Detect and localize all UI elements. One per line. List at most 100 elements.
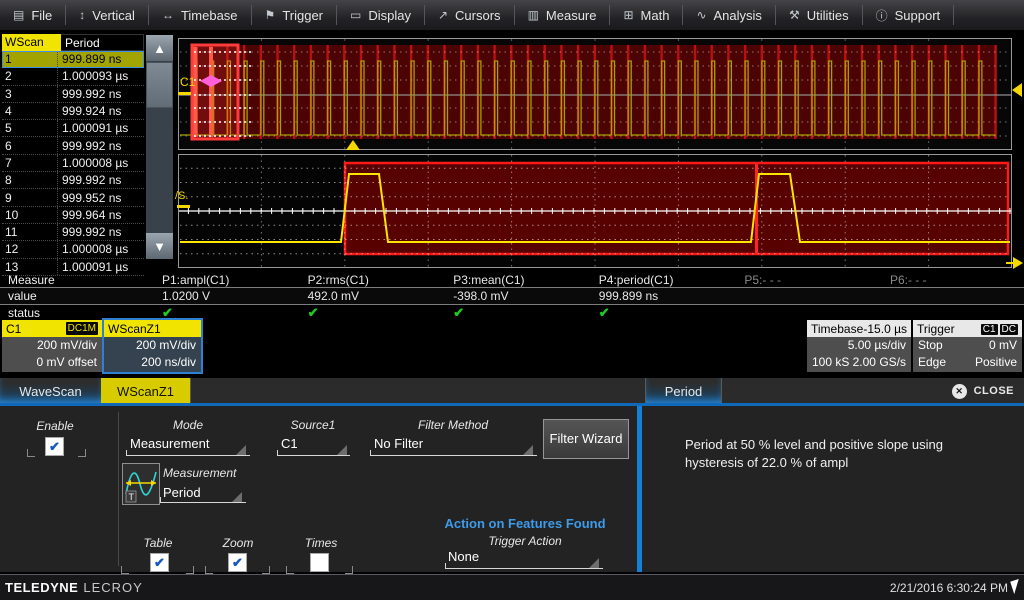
row-index: 7 bbox=[2, 155, 58, 171]
close-button[interactable]: ✕ CLOSE bbox=[952, 381, 1014, 401]
source1-dropdown[interactable]: C1 bbox=[281, 436, 298, 451]
wscanz1-waveform-grid[interactable] bbox=[178, 154, 1012, 268]
row-index: 6 bbox=[2, 137, 58, 153]
menu-item[interactable]: ⊞ Math bbox=[610, 5, 683, 25]
table-row[interactable]: 7 1.000008 µs bbox=[2, 155, 144, 172]
row-period-value: 1.000008 µs bbox=[58, 156, 144, 170]
measurement-icon-button[interactable]: T bbox=[122, 463, 160, 505]
dialog-tab-bar: WaveScan WScanZ1 Period ✕ CLOSE bbox=[0, 378, 1024, 404]
c1-waveform-grid[interactable] bbox=[178, 38, 1012, 150]
table-row[interactable]: 6 999.992 ns bbox=[2, 137, 144, 154]
enable-checkbox[interactable]: ✔ bbox=[45, 437, 64, 456]
menu-item[interactable]: ⚒ Utilities bbox=[776, 5, 863, 25]
trigger-time-marker[interactable] bbox=[346, 140, 360, 150]
menu-item-label: Analysis bbox=[714, 8, 762, 23]
row-index: 2 bbox=[2, 68, 58, 84]
bracket bbox=[121, 566, 129, 574]
mode-dropdown[interactable]: Measurement bbox=[130, 436, 209, 451]
bracket bbox=[345, 566, 353, 574]
c1-descriptor-box[interactable]: C1 DC1M 200 mV/div 0 mV offset bbox=[2, 320, 102, 372]
row-period-value: 999.924 ns bbox=[58, 104, 144, 118]
menu-item[interactable]: ↔ Timebase bbox=[149, 5, 252, 25]
table-row[interactable]: 12 1.000008 µs bbox=[2, 241, 144, 258]
table-row[interactable]: 10 999.964 ns bbox=[2, 207, 144, 224]
zoom-checkbox[interactable]: ✔ bbox=[228, 553, 247, 572]
menu-item-label: Display bbox=[368, 8, 411, 23]
menu-item-label: File bbox=[31, 8, 52, 23]
table-label: Table bbox=[128, 536, 188, 550]
tab-wavescan[interactable]: WaveScan bbox=[0, 378, 102, 404]
menu-item[interactable]: ▥ Measure bbox=[515, 5, 611, 25]
wscanz1-vdiv: 200 mV/div bbox=[104, 337, 201, 354]
menu-item-icon: ⓘ bbox=[876, 7, 888, 24]
menu-item-icon: ▤ bbox=[13, 8, 24, 22]
table-scrollbar[interactable]: ▲ ▼ bbox=[146, 35, 173, 259]
panel-divider bbox=[637, 406, 642, 572]
scroll-up-button[interactable]: ▲ bbox=[146, 35, 173, 61]
filter-wizard-button[interactable]: Filter Wizard bbox=[543, 419, 629, 459]
timebase-title: Timebase bbox=[811, 322, 863, 336]
trigger-type: Edge bbox=[918, 354, 946, 371]
bracket bbox=[262, 566, 270, 574]
row-index: 4 bbox=[2, 103, 58, 119]
scroll-down-button[interactable]: ▼ bbox=[146, 233, 173, 259]
row-period-value: 1.000091 µs bbox=[58, 121, 144, 135]
menu-item-icon: ▭ bbox=[350, 8, 361, 22]
measure-param-name: P6:- - - bbox=[878, 273, 1024, 287]
table-row[interactable]: 2 1.000093 µs bbox=[2, 68, 144, 85]
row-index: 3 bbox=[2, 86, 58, 102]
wscanz1-tdiv: 200 ns/div bbox=[104, 354, 201, 371]
menu-item[interactable]: ⓘ Support bbox=[863, 5, 955, 25]
menu-item[interactable]: ∿ Analysis bbox=[683, 5, 775, 25]
svg-text:T: T bbox=[129, 492, 135, 502]
zoom-right-arrow-tail bbox=[1006, 262, 1014, 264]
trigger-level: 0 mV bbox=[989, 337, 1017, 354]
table-row[interactable]: 9 999.952 ns bbox=[2, 189, 144, 206]
times-checkbox[interactable] bbox=[310, 553, 329, 572]
mode-label: Mode bbox=[127, 418, 249, 432]
oscilloscope-screen: ▤ File ↕ Vertical ↔ Timebase ⚑ Trigger ▭… bbox=[0, 0, 1024, 600]
menu-item[interactable]: ▤ File bbox=[0, 5, 66, 25]
table-row[interactable]: 3 999.992 ns bbox=[2, 86, 144, 103]
trigger-coupling-badge: DC bbox=[1000, 324, 1018, 335]
tab-wscanz1[interactable]: WScanZ1 bbox=[101, 378, 191, 404]
menu-item[interactable]: ▭ Display bbox=[337, 5, 425, 25]
zoom-zero-level-marker[interactable] bbox=[177, 205, 190, 208]
menu-item[interactable]: ⚑ Trigger bbox=[252, 5, 337, 25]
scrollbar-thumb[interactable] bbox=[146, 62, 173, 108]
c1-zero-level-marker[interactable] bbox=[178, 92, 191, 95]
table-row[interactable]: 5 1.000091 µs bbox=[2, 120, 144, 137]
trigger-action-dropdown[interactable]: None bbox=[448, 549, 479, 564]
measure-value: -398.0 mV bbox=[441, 289, 587, 303]
tab-period[interactable]: Period bbox=[645, 378, 722, 404]
trigger-title: Trigger bbox=[917, 322, 955, 336]
trigger-source-badge: C1 bbox=[981, 324, 998, 335]
trigger-descriptor-box[interactable]: Trigger C1DC Stop 0 mV Edge Positive bbox=[913, 320, 1022, 372]
measurement-dropdown[interactable]: Period bbox=[163, 485, 201, 500]
table-row[interactable]: 4 999.924 ns bbox=[2, 103, 144, 120]
menu-item-icon: ↗ bbox=[438, 8, 448, 22]
timebase-tdiv: 5.00 µs/div bbox=[807, 337, 911, 354]
dropdown-arrow-icon bbox=[337, 445, 347, 455]
c1-title: C1 bbox=[6, 322, 21, 336]
measure-param-name: P4:period(C1) bbox=[587, 273, 733, 287]
wscanz1-descriptor-box[interactable]: WScanZ1 200 mV/div 200 ns/div bbox=[104, 320, 201, 372]
menu-item-icon: ↔ bbox=[162, 8, 174, 22]
table-row[interactable]: 8 999.992 ns bbox=[2, 172, 144, 189]
table-row[interactable]: 11 999.992 ns bbox=[2, 224, 144, 241]
timebase-descriptor-box[interactable]: Timebase -15.0 µs 5.00 µs/div 100 kS 2.0… bbox=[807, 320, 911, 372]
trigger-level-marker[interactable] bbox=[1012, 83, 1022, 97]
menu-item-label: Math bbox=[641, 8, 670, 23]
zoom-label: Zoom bbox=[208, 536, 268, 550]
row-period-value: 999.899 ns bbox=[58, 52, 144, 66]
enable-label: Enable bbox=[20, 419, 90, 433]
timebase-offset: -15.0 µs bbox=[863, 322, 907, 336]
row-period-value: 999.992 ns bbox=[58, 225, 144, 239]
table-row[interactable]: 1 999.899 ns bbox=[2, 51, 144, 68]
menu-item[interactable]: ↗ Cursors bbox=[425, 5, 515, 25]
menu-item[interactable]: ↕ Vertical bbox=[66, 5, 149, 25]
table-checkbox[interactable]: ✔ bbox=[150, 553, 169, 572]
filter-method-dropdown[interactable]: No Filter bbox=[374, 436, 423, 451]
measure-param-name: P5:- - - bbox=[732, 273, 878, 287]
menu-item-icon: ⚑ bbox=[265, 8, 276, 22]
